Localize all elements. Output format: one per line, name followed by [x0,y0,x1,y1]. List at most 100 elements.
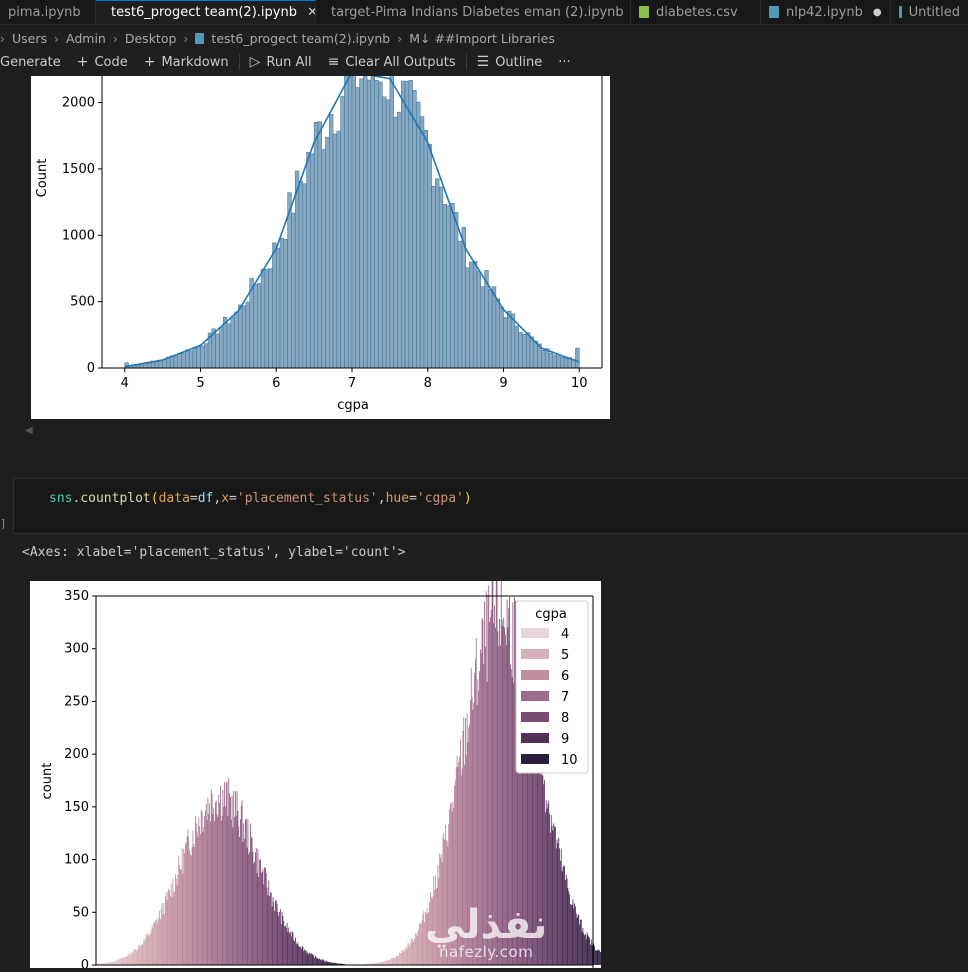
legend-label: 7 [561,690,569,705]
count-bar [253,863,254,965]
count-bar [219,803,220,965]
add-code-cell-button[interactable]: + Code [77,54,128,70]
count-bar [184,853,185,965]
histogram-bar [147,363,151,368]
count-bar [242,801,243,965]
count-bar [176,879,177,965]
count-bar [306,951,307,965]
count-bar [275,900,276,965]
tab-test6-progect[interactable]: test6_progect team(2).ipynb ✕ [96,0,316,24]
breadcrumb-admin[interactable]: Admin [66,31,106,46]
count-bar [198,818,199,965]
count-bar [558,843,559,965]
breadcrumb-users[interactable]: Users [12,31,47,46]
count-bar [409,946,410,965]
count-bar [183,849,184,965]
legend-swatch [521,649,549,659]
histogram-bar [405,81,409,368]
count-bar [567,878,568,965]
close-icon[interactable]: ✕ [307,5,316,20]
count-bar [322,960,323,965]
count-bar [553,830,554,965]
count-bar [552,826,553,965]
count-bar [188,829,189,965]
collapse-arrow-icon[interactable]: ◀ [25,425,33,436]
count-bar [214,821,215,965]
clear-all-outputs-button[interactable]: ≡ Clear All Outputs [328,54,456,70]
code-line[interactable]: sns.countplot(data=df,x='placement_statu… [49,491,472,506]
histogram-bar [265,269,269,368]
tab-nlp42[interactable]: nlp42.ipynb ● [761,0,891,24]
count-bar [308,954,309,965]
count-bar [193,844,194,965]
count-bar [135,949,136,965]
generate-button[interactable]: Generate [0,55,61,70]
count-bar [569,894,570,965]
count-bar [268,895,269,965]
count-bar [323,960,324,965]
count-bar [153,928,154,965]
count-bar [574,903,575,965]
histogram-bar [507,311,511,368]
count-bar [236,816,237,965]
count-bar [228,778,229,965]
tab-label: Untitled [909,5,960,20]
x-tick-label: 8 [424,376,432,391]
count-bar [254,862,255,965]
count-bar [138,945,139,965]
count-bar [276,900,277,965]
histogram-bar [530,337,534,368]
count-bar [151,930,152,965]
modified-dot-icon: ● [873,7,882,18]
tab-pima[interactable]: pima.ipynb [0,0,96,24]
count-bar [111,961,112,965]
breadcrumb-desktop[interactable]: Desktop [125,31,177,46]
add-markdown-cell-button[interactable]: + Markdown [144,54,229,70]
count-bar [149,934,150,965]
count-bar [202,812,203,965]
histogram-bar [337,131,341,368]
histogram-bar [416,102,420,368]
legend: cgpa 45678910 [516,601,588,773]
histogram-bar [246,302,250,368]
run-all-button[interactable]: ▷ Run All [250,54,312,70]
tab-diabetes-csv[interactable]: diabetes.csv [631,0,761,24]
histogram-bar [227,324,231,368]
count-bar [273,902,274,965]
histogram-bar [288,193,292,368]
watermark-domain: nafezly.com [425,945,547,960]
tab-label: test6_progect team(2).ipynb [111,5,297,20]
count-bar [129,956,130,965]
toolbar-divider [466,54,467,70]
count-bar [245,820,246,965]
count-bar [252,838,253,965]
count-bar [198,837,199,965]
count-bar [201,810,202,965]
legend-label: 4 [561,627,569,642]
count-bar [180,869,181,965]
outline-button[interactable]: ☰ Outline [477,54,543,70]
histogram-bar [219,327,223,368]
breadcrumb-file[interactable]: test6_progect team(2).ipynb [211,31,390,46]
count-bar [283,916,284,965]
count-bar [600,952,601,965]
count-bar [578,915,579,965]
x-tick-label: 9 [499,376,507,391]
count-bar [209,803,210,965]
count-bar [398,956,399,965]
count-bar [248,819,249,965]
count-bar [313,955,314,965]
histogram-bar [450,203,454,368]
count-bar [247,848,248,965]
breadcrumb-section[interactable]: M↓ ##Import Libraries [409,31,555,46]
count-bar [599,951,600,965]
tab-untitled[interactable]: Untitled [891,0,968,24]
code-cell[interactable]: sns.countplot(data=df,x='placement_statu… [13,478,968,534]
more-actions-button[interactable]: ··· [558,55,570,70]
count-bar [118,959,119,965]
legend-title: cgpa [535,607,567,622]
count-bar [588,935,589,965]
count-bar [205,811,206,965]
count-bar [173,892,174,965]
tab-target-pima[interactable]: target-Pima Indians Diabetes eman (2).ip… [316,0,631,24]
